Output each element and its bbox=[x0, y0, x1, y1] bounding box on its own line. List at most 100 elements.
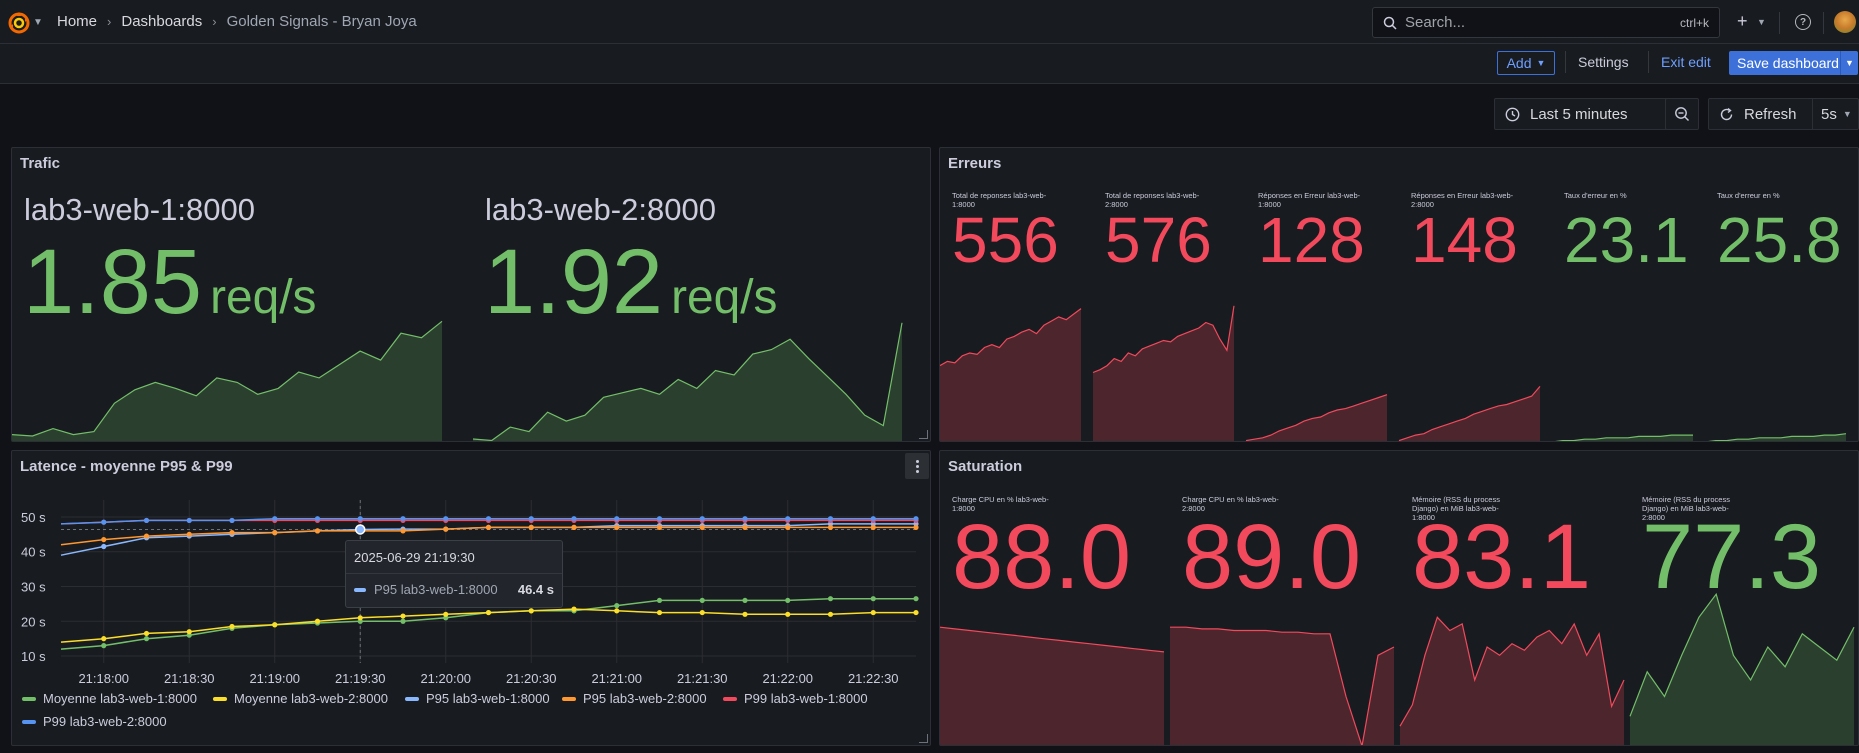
panel-saturation[interactable]: Saturation Charge CPU en % lab3-web-1:80… bbox=[939, 450, 1859, 746]
data-point bbox=[614, 524, 620, 530]
time-range-picker[interactable]: Last 5 minutes ▼ bbox=[1494, 98, 1694, 130]
err-stats-spark-3-area bbox=[1399, 386, 1540, 441]
stat-value: 148 bbox=[1411, 204, 1518, 276]
data-point bbox=[143, 533, 150, 539]
clock-icon bbox=[1505, 107, 1520, 121]
y-tick-label: 20 s bbox=[21, 614, 46, 629]
legend-item[interactable]: P95 lab3-web-1:8000 bbox=[405, 691, 550, 706]
data-point bbox=[785, 597, 791, 604]
stat-value: 556 bbox=[952, 204, 1059, 276]
data-point bbox=[699, 597, 705, 604]
data-point bbox=[528, 608, 534, 614]
data-point bbox=[656, 609, 663, 616]
help-icon[interactable]: ? bbox=[1795, 14, 1811, 30]
stat-value: 576 bbox=[1105, 204, 1212, 276]
legend-item[interactable]: Moyenne lab3-web-1:8000 bbox=[22, 691, 197, 706]
new-plus-button[interactable]: + bbox=[1737, 11, 1748, 32]
data-point bbox=[400, 613, 406, 619]
refresh-interval-select[interactable]: 5s ▼ bbox=[1812, 98, 1858, 130]
data-point bbox=[485, 609, 492, 616]
data-point bbox=[186, 517, 192, 524]
panel-trafic[interactable]: Trafic lab3-web-1:8000 1.85 req/s lab3-we… bbox=[11, 147, 931, 442]
tooltip-time: 2025-06-29 21:19:30 bbox=[354, 550, 475, 565]
data-point bbox=[913, 609, 919, 616]
resize-handle[interactable] bbox=[919, 430, 928, 439]
y-tick-label: 40 s bbox=[21, 545, 46, 560]
data-point bbox=[656, 524, 663, 530]
save-label: Save dashboard bbox=[1737, 55, 1839, 71]
err-stats-spark-0-area bbox=[940, 308, 1081, 441]
data-point bbox=[571, 524, 577, 530]
stat-value: 23.1 bbox=[1564, 204, 1689, 276]
data-point bbox=[186, 531, 192, 537]
search-input[interactable]: Search... ctrl+k bbox=[1372, 7, 1720, 38]
refresh-picker: Refresh 5s ▼ bbox=[1708, 98, 1859, 130]
chevron-down-icon: ▼ bbox=[1842, 109, 1852, 119]
x-tick-label: 21:18:30 bbox=[164, 671, 215, 686]
legend-item[interactable]: P99 lab3-web-2:8000 bbox=[22, 714, 167, 729]
data-point bbox=[272, 530, 278, 536]
breadcrumb-current: Golden Signals - Bryan Joya bbox=[226, 13, 417, 30]
data-point bbox=[357, 615, 363, 621]
chevron-right-icon: › bbox=[107, 14, 112, 29]
stat-number: 1.92 bbox=[484, 231, 664, 333]
data-point bbox=[186, 629, 192, 635]
breadcrumb: Home › Dashboards › Golden Signals - Bry… bbox=[57, 13, 417, 30]
data-point bbox=[827, 516, 834, 522]
data-point bbox=[101, 543, 107, 550]
legend-swatch bbox=[562, 696, 576, 701]
stat-value: 89.0 bbox=[1182, 506, 1362, 608]
data-point bbox=[785, 516, 791, 522]
data-point bbox=[229, 623, 235, 630]
data-point bbox=[827, 596, 834, 602]
data-point bbox=[614, 516, 620, 522]
stat-number: 1.85 bbox=[23, 231, 203, 333]
legend-item[interactable]: P99 lab3-web-1:8000 bbox=[723, 691, 868, 706]
data-point bbox=[571, 606, 577, 612]
trafic-spark-1-area bbox=[12, 321, 442, 441]
panel-erreurs[interactable]: Erreurs Total de reponses lab3-web-1:800… bbox=[939, 147, 1859, 442]
settings-button[interactable]: Settings bbox=[1578, 54, 1629, 70]
legend-label: P99 lab3-web-2:8000 bbox=[43, 714, 167, 729]
refresh-button[interactable]: Refresh bbox=[1744, 106, 1812, 123]
data-point bbox=[785, 524, 791, 530]
exit-edit-button[interactable]: Exit edit bbox=[1661, 54, 1711, 70]
legend-item[interactable]: Moyenne lab3-web-2:8000 bbox=[213, 691, 388, 706]
data-point bbox=[699, 516, 705, 522]
x-tick-label: 21:20:00 bbox=[420, 671, 471, 686]
data-point bbox=[742, 516, 748, 522]
tooltip-swatch bbox=[354, 587, 366, 592]
data-point bbox=[913, 524, 919, 530]
data-point bbox=[485, 516, 492, 522]
divider bbox=[1565, 51, 1566, 73]
data-point bbox=[571, 516, 577, 522]
data-point bbox=[827, 611, 834, 617]
data-point bbox=[742, 597, 748, 604]
refresh-interval-value: 5s bbox=[1821, 105, 1837, 123]
search-icon bbox=[1383, 16, 1397, 30]
breadcrumb-home[interactable]: Home bbox=[57, 13, 97, 30]
grafana-logo-icon[interactable] bbox=[6, 10, 32, 36]
zoom-out-button[interactable] bbox=[1665, 98, 1699, 130]
stat-value: 128 bbox=[1258, 204, 1365, 276]
data-point bbox=[143, 517, 150, 524]
menu-chevron-down-icon[interactable]: ▼ bbox=[33, 17, 43, 28]
data-point bbox=[314, 516, 321, 522]
legend-swatch bbox=[22, 696, 36, 701]
data-point bbox=[272, 622, 278, 628]
chevron-down-icon[interactable]: ▼ bbox=[1840, 51, 1858, 75]
avatar[interactable] bbox=[1834, 11, 1856, 33]
data-point bbox=[143, 630, 150, 637]
chevron-down-icon[interactable]: ▼ bbox=[1757, 17, 1766, 27]
legend-swatch bbox=[723, 696, 737, 701]
add-button[interactable]: Add ▼ bbox=[1497, 51, 1555, 75]
legend-item[interactable]: P95 lab3-web-2:8000 bbox=[562, 691, 707, 706]
chart-tooltip: 2025-06-29 21:19:30 P95 lab3-web-1:8000 … bbox=[345, 540, 563, 608]
save-dashboard-button[interactable]: Save dashboard ▼ bbox=[1729, 51, 1858, 75]
breadcrumb-dashboards[interactable]: Dashboards bbox=[121, 13, 202, 30]
data-point bbox=[870, 609, 876, 616]
search-placeholder: Search... bbox=[1405, 14, 1466, 31]
data-point bbox=[528, 524, 534, 530]
data-point bbox=[272, 516, 278, 522]
data-point bbox=[699, 524, 705, 530]
